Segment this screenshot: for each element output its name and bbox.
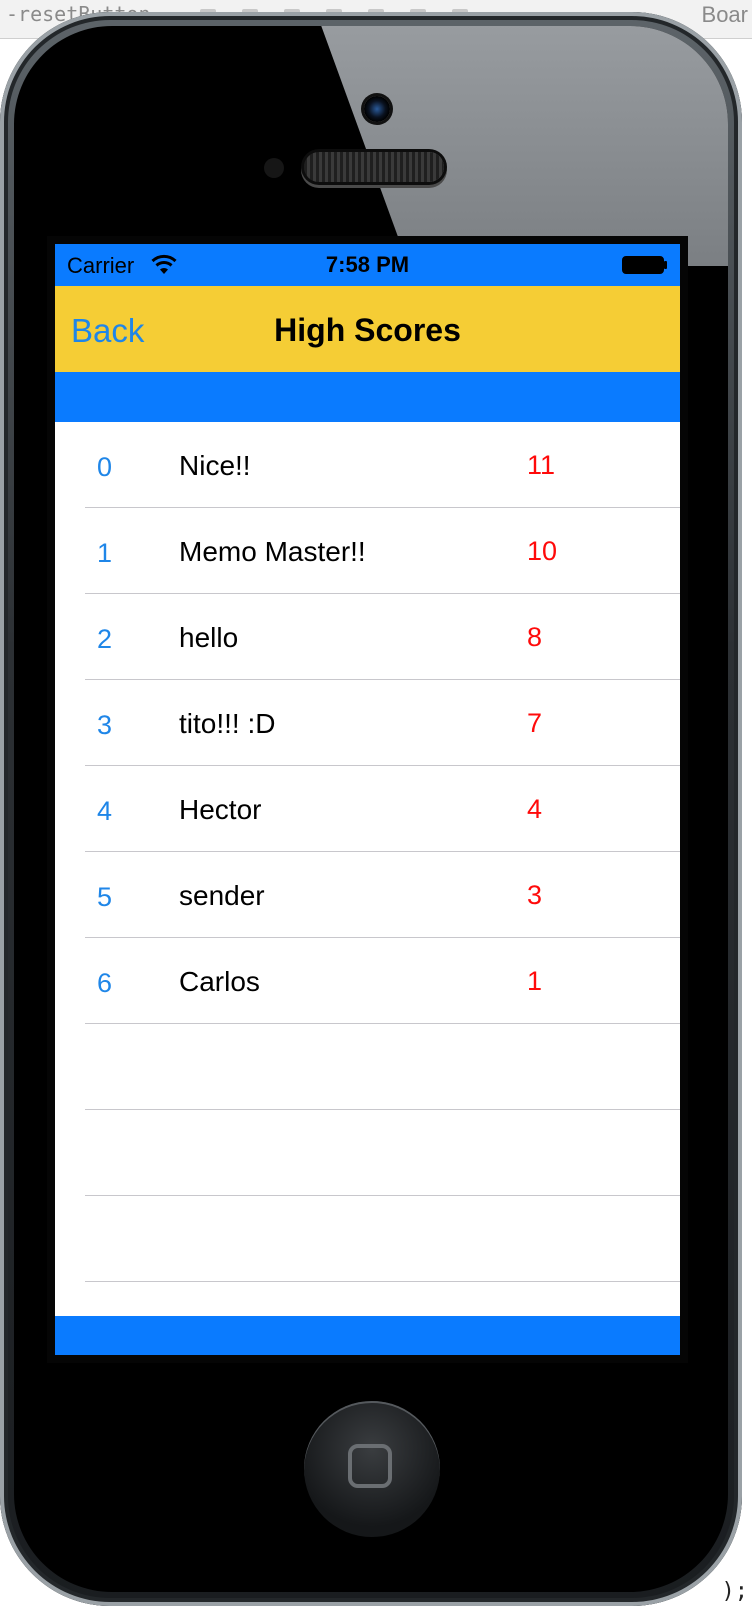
editor-code-fragment: ); [721,1579,749,1604]
row-player-name: sender [179,880,265,911]
navigation-bar: Back High Scores [55,286,680,372]
home-square-icon [348,1444,392,1488]
table-row[interactable]: 5 sender 3 [55,852,680,938]
row-score: 3 [527,880,543,910]
front-camera-icon [364,96,390,122]
proximity-sensor [264,158,284,178]
status-bar: Carrier 7:58 PM [55,244,680,286]
row-rank: 6 [97,968,113,998]
row-rank: 4 [97,796,113,826]
row-rank: 2 [97,624,113,654]
header-band [55,372,680,422]
row-player-name: Hector [179,794,262,825]
row-player-name: Nice!! [179,450,251,481]
row-score: 8 [527,622,543,652]
row-score: 10 [527,536,558,566]
row-rank: 0 [97,452,113,482]
phone-face: Carrier 7:58 PM Back High Scores 0 Nice!!… [14,26,728,1592]
clock-label: 7:58 PM [325,252,410,277]
row-rank: 5 [97,882,113,912]
table-row[interactable]: 4 Hector 4 [55,766,680,852]
table-row[interactable] [55,1110,680,1196]
row-score: 4 [527,794,543,824]
row-score: 11 [527,450,556,480]
table-row[interactable]: 3 tito!!! :D 7 [55,680,680,766]
row-score: 1 [527,966,543,996]
bottom-band [55,1316,680,1355]
row-player-name: Carlos [179,966,260,997]
earpiece-speaker [304,152,444,182]
app-screen: Carrier 7:58 PM Back High Scores 0 Nice!!… [55,244,680,1355]
high-scores-table[interactable]: 0 Nice!! 11 1 Memo Master!! 10 2 hello 8 3 tito!!!… [55,422,680,1316]
battery-icon [622,256,667,274]
iphone-simulator-frame: Carrier 7:58 PM Back High Scores 0 Nice!!… [0,12,742,1606]
row-separator [85,1281,680,1282]
table-row[interactable]: 6 Carlos 1 [55,938,680,1024]
page-title: High Scores [274,312,461,348]
row-player-name: Memo Master!! [179,536,366,567]
row-player-name: tito!!! :D [179,708,276,739]
row-player-name: hello [179,622,239,653]
back-button[interactable]: Back [71,312,144,350]
row-rank: 3 [97,710,113,740]
table-row[interactable]: 0 Nice!! 11 [55,422,680,508]
row-score: 7 [527,708,543,738]
phone-glare [314,26,728,266]
table-row[interactable]: 2 hello 8 [55,594,680,680]
editor-file-label: Boar [701,2,748,27]
row-rank: 1 [97,538,113,568]
table-row[interactable] [55,1196,680,1282]
table-row[interactable] [55,1024,680,1110]
table-row[interactable]: 1 Memo Master!! 10 [55,508,680,594]
home-button[interactable] [304,1401,440,1537]
